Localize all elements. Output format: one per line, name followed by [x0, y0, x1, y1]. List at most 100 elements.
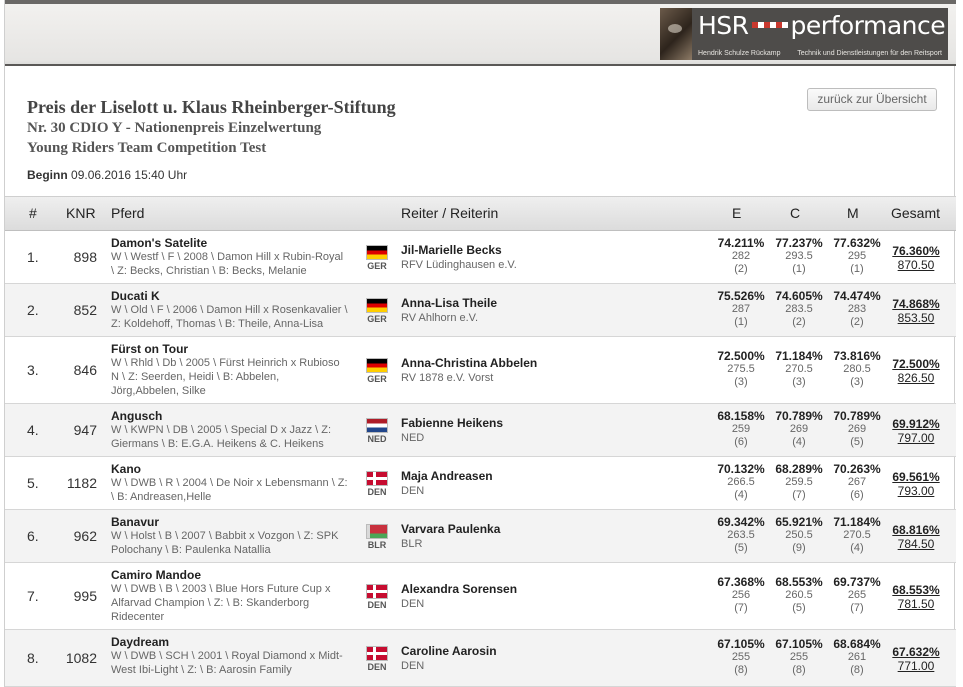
nation-flag: NED — [366, 417, 388, 444]
horse-name[interactable]: Banavur — [111, 515, 351, 529]
rider-name[interactable]: Jil-Marielle Becks — [401, 243, 701, 258]
rider-cell: Varvara Paulenka BLR — [401, 522, 701, 551]
score-percent: 71.184% — [833, 514, 881, 529]
knr-cell: 846 — [73, 361, 97, 378]
judge-e-score: 67.105% 255 (8) — [715, 637, 767, 677]
horse-cell: Fürst on Tour W \ Rhld \ Db \ 2005 \ Fürs… — [111, 342, 351, 398]
rider-name[interactable]: Maja Andreasen — [401, 469, 701, 484]
judge-c-score: 65.921% 250.5 (9) — [773, 515, 825, 555]
rider-club: DEN — [401, 597, 425, 610]
judge-e-score: 72.500% 275.5 (3) — [715, 348, 767, 389]
horse-cell: Banavur W \ Holst \ B \ 2007 \ Babbit x V… — [111, 515, 351, 557]
score-points: 269 — [789, 422, 809, 435]
total-points-link[interactable]: 781.50 — [881, 597, 951, 611]
horse-details: Ridecenter — [111, 611, 165, 623]
rider-club: RV 1878 e.V. Vorst — [401, 371, 494, 384]
judge-m-score: 68.684% 261 (8) — [831, 637, 883, 677]
horse-name[interactable]: Damon's Satelite — [111, 236, 351, 250]
total-percent-link[interactable]: 68.553% — [881, 583, 951, 597]
flag-icon — [366, 470, 388, 486]
rank-cell: 3. — [27, 361, 39, 378]
total-percent-link[interactable]: 69.912% — [881, 417, 951, 431]
flag-icon — [366, 417, 388, 433]
judge-c-score: 77.237% 293.5 (1) — [773, 235, 825, 276]
horse-name[interactable]: Daydream — [111, 635, 351, 649]
score-percent: 75.526% — [717, 288, 765, 303]
rider-name[interactable]: Anna-Christina Abbelen — [401, 356, 701, 371]
total-percent-link[interactable]: 67.632% — [881, 645, 951, 659]
horse-name[interactable]: Ducati K — [111, 289, 351, 303]
total-percent-link[interactable]: 69.561% — [881, 470, 951, 484]
nation-flag: GER — [366, 357, 388, 384]
results-table-header: # KNR Pferd Reiter / Reiterin E C M Gesa… — [5, 196, 956, 231]
rider-cell: Jil-Marielle Becks RFV Lüdinghausen e.V. — [401, 243, 701, 272]
hsr-performance-logo[interactable]: HSR performance Hendrik Schulze Rückamp T… — [660, 8, 948, 60]
horse-name[interactable]: Camiro Mandoe — [111, 568, 351, 582]
nation-flag: DEN — [366, 583, 388, 610]
rank-cell: 6. — [27, 527, 39, 544]
total-points-link[interactable]: 784.50 — [881, 537, 951, 551]
score-placing: (7) — [734, 601, 748, 614]
horse-name[interactable]: Fürst on Tour — [111, 342, 351, 356]
header-banner: HSR performance Hendrik Schulze Rückamp T… — [5, 0, 956, 66]
nation-code: DEN — [367, 661, 387, 672]
score-points: 263.5 — [727, 528, 755, 541]
total-points-link[interactable]: 826.50 — [881, 371, 951, 385]
score-placing: (8) — [792, 663, 806, 676]
total-percent-link[interactable]: 72.500% — [881, 357, 951, 371]
rider-name[interactable]: Caroline Aarosin — [401, 644, 701, 659]
score-placing: (3) — [734, 375, 748, 388]
rider-cell: Fabienne Heikens NED — [401, 416, 701, 445]
table-row: 3. 846 Fürst on Tour W \ Rhld \ Db \ 2005 \… — [5, 337, 956, 404]
col-rank-header: # — [29, 205, 37, 221]
score-placing: (9) — [792, 541, 806, 554]
score-percent: 73.816% — [833, 348, 881, 363]
logo-sub-right: Technik und Dienstleistungen für den Rei… — [797, 50, 942, 57]
total-points-link[interactable]: 870.50 — [881, 258, 951, 272]
score-points: 275.5 — [727, 362, 755, 375]
rider-club: DEN — [401, 659, 425, 672]
rider-cell: Maja Andreasen DEN — [401, 469, 701, 498]
total-percent-link[interactable]: 76.360% — [881, 244, 951, 258]
total-points-link[interactable]: 797.00 — [881, 431, 951, 445]
score-percent: 72.500% — [717, 348, 765, 363]
score-percent: 77.237% — [775, 235, 823, 250]
back-to-overview-button[interactable]: zurück zur Übersicht — [807, 88, 937, 111]
score-points: 293.5 — [785, 249, 813, 262]
total-cell: 68.816% 784.50 — [881, 523, 951, 551]
horse-name[interactable]: Kano — [111, 462, 351, 476]
total-points-link[interactable]: 853.50 — [881, 311, 951, 325]
score-placing: (8) — [850, 663, 864, 676]
total-percent-link[interactable]: 68.816% — [881, 523, 951, 537]
rider-name[interactable]: Varvara Paulenka — [401, 522, 701, 537]
judge-c-score: 67.105% 255 (8) — [773, 637, 825, 677]
flag-icon — [366, 645, 388, 661]
rider-name[interactable]: Alexandra Sorensen — [401, 582, 701, 597]
score-points: 282 — [731, 249, 751, 262]
judge-m-score: 74.474% 283 (2) — [831, 289, 883, 329]
rider-name[interactable]: Anna-Lisa Theile — [401, 296, 701, 311]
score-placing: (1) — [734, 315, 748, 328]
knr-cell: 1082 — [65, 649, 97, 666]
judge-m-score: 69.737% 265 (7) — [831, 575, 883, 615]
knr-cell: 995 — [73, 587, 97, 604]
score-placing: (1) — [850, 262, 864, 275]
nation-flag: DEN — [366, 645, 388, 672]
score-placing: (6) — [850, 488, 864, 501]
nation-code: BLR — [367, 539, 387, 550]
score-points: 250.5 — [785, 528, 813, 541]
col-rider-header: Reiter / Reiterin — [401, 205, 499, 221]
table-row: 1. 898 Damon's Satelite W \ Westf \ F \ 200… — [5, 231, 956, 284]
horse-name[interactable]: Angusch — [111, 409, 351, 423]
total-points-link[interactable]: 771.00 — [881, 659, 951, 673]
horse-details: Alfarvad Champion \ Z: \ B: Skanderborg — [111, 597, 310, 609]
score-percent: 70.789% — [775, 408, 823, 423]
rider-name[interactable]: Fabienne Heikens — [401, 416, 701, 431]
total-cell: 68.553% 781.50 — [881, 583, 951, 611]
judge-m-score: 73.816% 280.5 (3) — [831, 348, 883, 389]
total-percent-link[interactable]: 74.868% — [881, 297, 951, 311]
horse-details: W \ DWB \ SCH \ 2001 \ Royal Diamond x M… — [111, 650, 343, 662]
total-points-link[interactable]: 793.00 — [881, 484, 951, 498]
judge-e-score: 70.132% 266.5 (4) — [715, 462, 767, 502]
score-percent: 69.342% — [717, 514, 765, 529]
